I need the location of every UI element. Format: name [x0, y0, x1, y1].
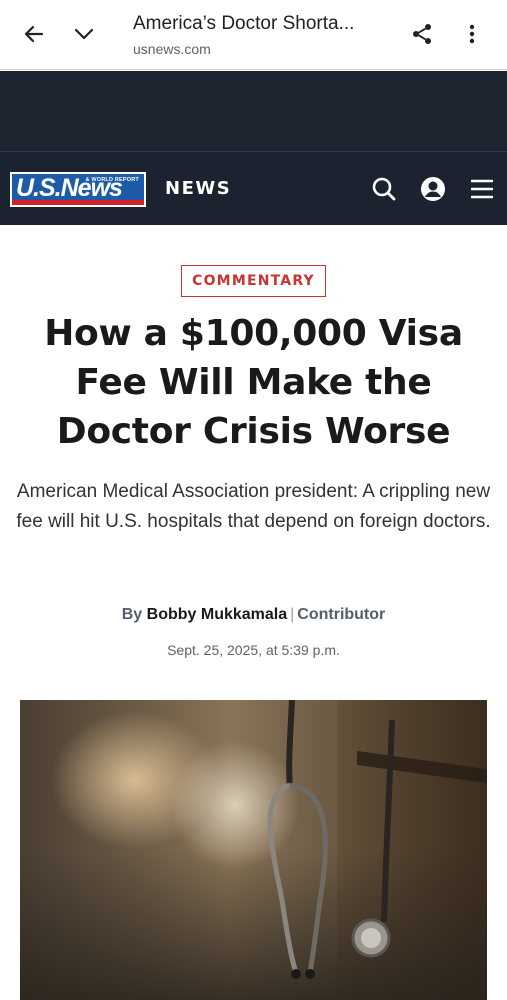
- page-url: usnews.com: [133, 41, 211, 57]
- browser-toolbar: America’s Doctor Shorta... usnews.com: [0, 0, 507, 70]
- share-icon[interactable]: [404, 16, 440, 52]
- site-header: & WORLD REPORT U.S.News NEWS: [0, 151, 507, 225]
- article-headline: How a $100,000 Visa Fee Will Make the Do…: [44, 313, 463, 452]
- byline-separator: |: [290, 606, 295, 623]
- article-dek: American Medical Association president: …: [16, 481, 491, 532]
- logo-stripe: [12, 200, 144, 205]
- more-vert-icon[interactable]: [454, 16, 490, 52]
- browser-title-area[interactable]: America’s Doctor Shorta... usnews.com: [133, 12, 383, 58]
- search-icon[interactable]: [369, 174, 399, 204]
- section-label[interactable]: NEWS: [165, 178, 231, 199]
- byline-prefix: By: [121, 606, 143, 623]
- author-link[interactable]: Bobby Mukkamala: [147, 606, 287, 623]
- commentary-tag[interactable]: COMMENTARY: [181, 265, 326, 297]
- logo-text: U.S.News: [16, 174, 123, 202]
- page-title: America’s Doctor Shorta...: [133, 13, 355, 34]
- publish-date: Sept. 25, 2025, at 5:39 p.m.: [167, 642, 340, 658]
- account-icon[interactable]: [418, 174, 448, 204]
- menu-icon[interactable]: [467, 174, 497, 204]
- back-arrow-icon[interactable]: [16, 16, 52, 52]
- ad-banner-area: [0, 71, 507, 151]
- usnews-logo[interactable]: & WORLD REPORT U.S.News: [10, 172, 146, 207]
- chevron-down-icon[interactable]: [66, 16, 102, 52]
- author-role: Contributor: [297, 606, 386, 623]
- hero-image: [20, 700, 487, 1000]
- byline: By Bobby Mukkamala | Contributor: [0, 604, 507, 626]
- stethoscope-icon: [267, 700, 395, 979]
- tag-container: COMMENTARY: [0, 265, 507, 297]
